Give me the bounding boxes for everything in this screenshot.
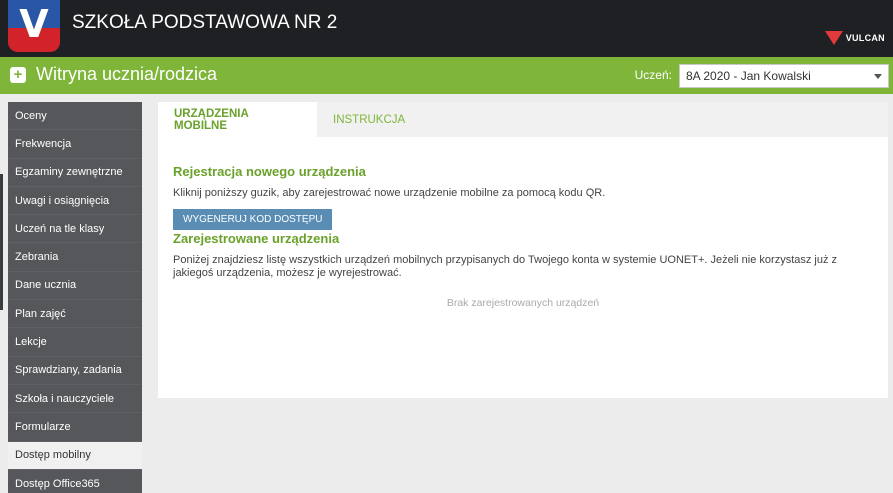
sidebar-item-egzaminy[interactable]: Egzaminy zewnętrzne (8, 158, 142, 187)
student-select-value: 8A 2020 - Jan Kowalski (686, 69, 811, 83)
empty-list-message: Brak zarejestrowanych urządzeń (446, 297, 600, 309)
logo-letter: V (19, 2, 49, 46)
sidebar-nav: Oceny Frekwencja Egzaminy zewnętrzne Uwa… (0, 102, 142, 493)
sidebar-item-dostep-mobilny[interactable]: Dostęp mobilny (8, 441, 142, 470)
vulcan-brand-name: VULCAN (845, 33, 885, 43)
tab-instrukcja[interactable]: INSTRUKCJA (317, 102, 421, 137)
student-label: Uczeń: (634, 68, 672, 82)
top-header: V SZKOŁA PODSTAWOWA NR 2 VULCAN (0, 0, 893, 57)
tab-bar: URZĄDZENIA MOBILNE INSTRUKCJA (158, 102, 888, 137)
sidebar-item-dostep-office365[interactable]: Dostęp Office365 (8, 469, 142, 493)
sidebar-item-uwagi[interactable]: Uwagi i osiągnięcia (8, 186, 142, 216)
registered-title: Zarejestrowane urządzenia (173, 231, 340, 246)
sidebar-item-formularze[interactable]: Formularze (8, 413, 142, 442)
main-panel: URZĄDZENIA MOBILNE INSTRUKCJA Rejestracj… (158, 102, 888, 398)
school-name: SZKOŁA PODSTAWOWA NR 2 (72, 12, 338, 33)
sidebar-item-oceny[interactable]: Oceny (8, 102, 142, 131)
sidebar-item-dane-ucznia[interactable]: Dane ucznia (8, 271, 142, 301)
sidebar-item-lekcje[interactable]: Lekcje (8, 328, 142, 357)
plus-icon: + (10, 67, 26, 83)
sidebar-item-uczen-na-tle-klasy[interactable]: Uczeń na tle klasy (8, 215, 142, 244)
register-title: Rejestracja nowego urządzenia (173, 164, 366, 179)
sidebar-item-szkola[interactable]: Szkoła i nauczyciele (8, 384, 142, 414)
register-text: Kliknij poniższy guzik, aby zarejestrowa… (173, 187, 606, 199)
tab-content: Rejestracja nowego urządzenia Kliknij po… (173, 164, 873, 309)
tab-urzadzenia-mobilne[interactable]: URZĄDZENIA MOBILNE (158, 102, 317, 137)
registered-text: Poniżej znajdziesz listę wszystkich urzą… (173, 254, 838, 279)
vulcan-brand[interactable]: VULCAN (824, 28, 885, 48)
sidebar-item-plan-zajec[interactable]: Plan zajęć (8, 300, 142, 329)
student-select[interactable]: 8A 2020 - Jan Kowalski (679, 64, 889, 88)
chevron-down-icon (874, 74, 882, 79)
school-logo[interactable]: V (8, 0, 60, 52)
sidebar-item-zebrania[interactable]: Zebrania (8, 243, 142, 272)
portal-title: Witryna ucznia/rodzica (36, 64, 218, 84)
portal-bar: + Witryna ucznia/rodzica Uczeń: 8A 2020 … (0, 57, 893, 94)
sidebar-marker (0, 174, 3, 310)
generate-code-button[interactable]: WYGENERUJ KOD DOSTĘPU (173, 209, 333, 230)
sidebar-item-frekwencja[interactable]: Frekwencja (8, 130, 142, 159)
vulcan-logo-icon (824, 31, 843, 45)
sidebar-item-sprawdziany[interactable]: Sprawdziany, zadania (8, 356, 142, 385)
